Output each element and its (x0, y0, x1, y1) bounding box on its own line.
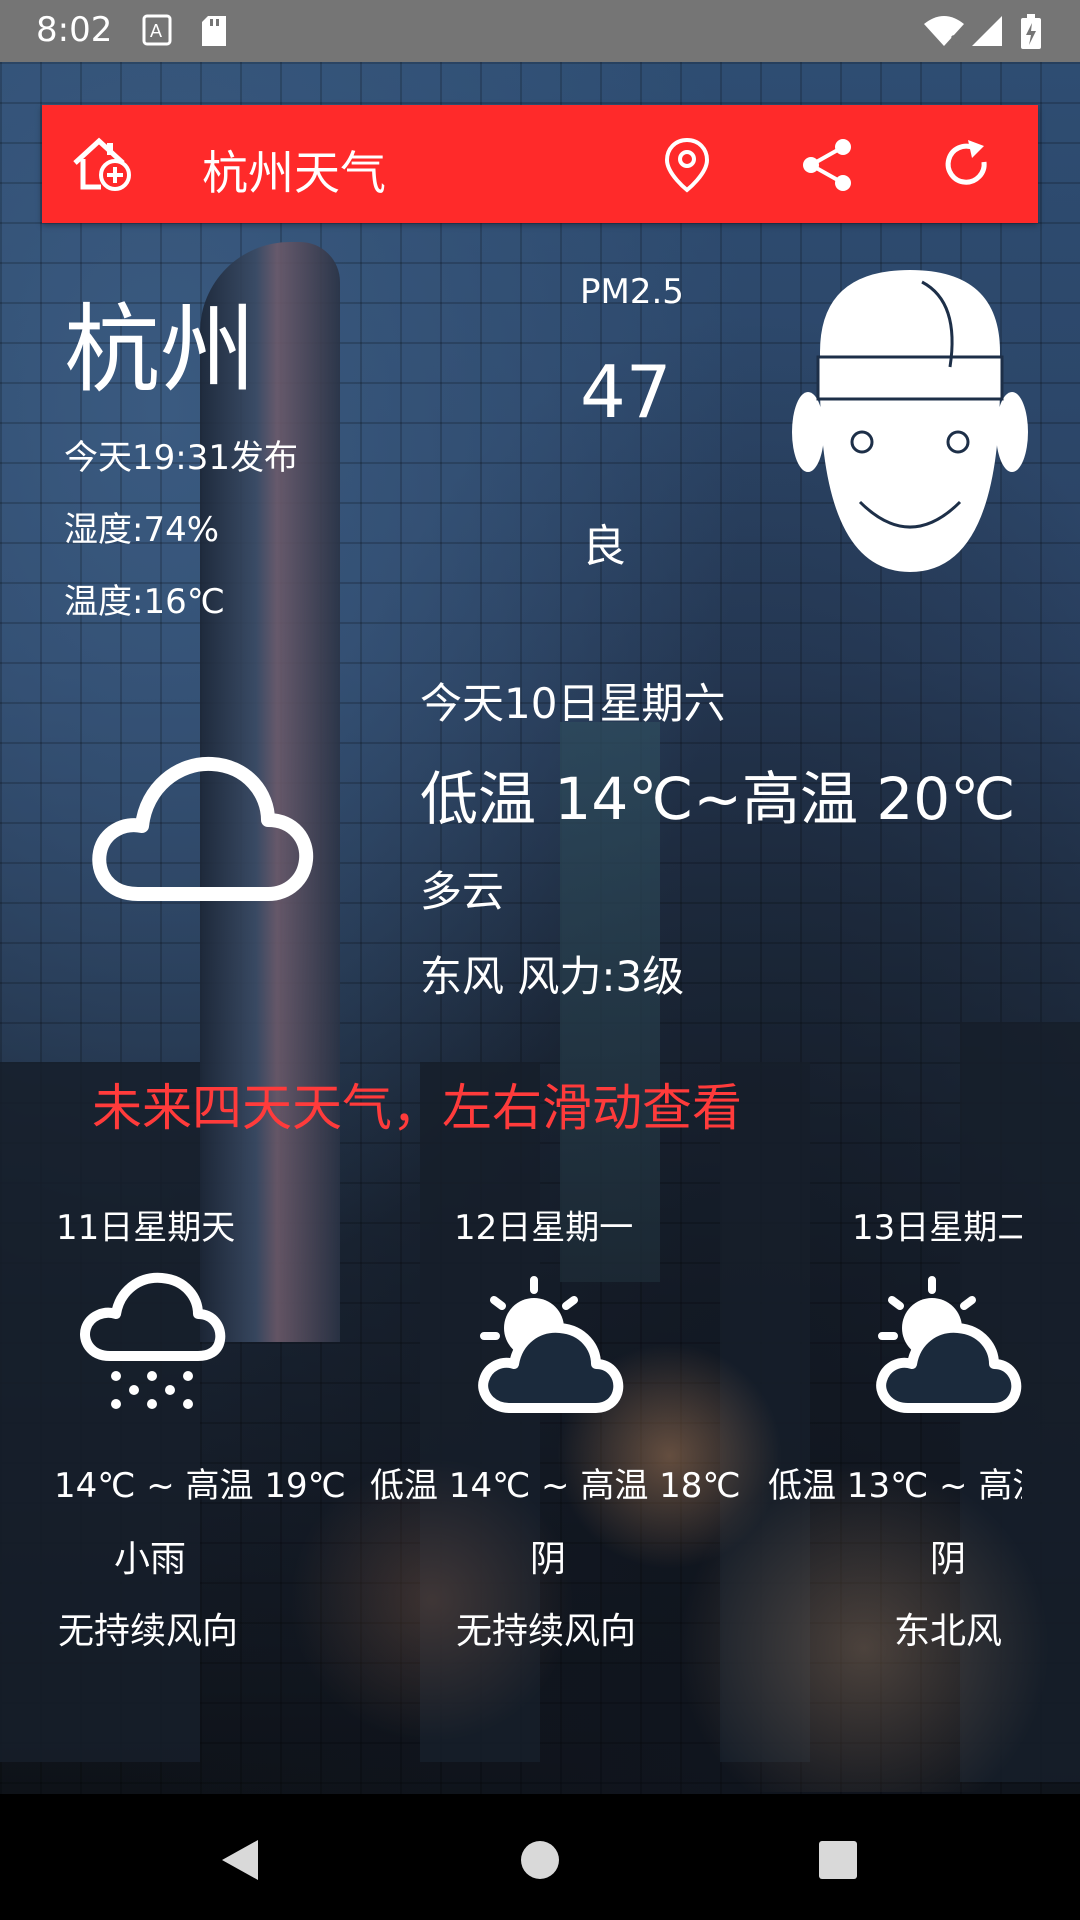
status-time: 8:02 (36, 10, 113, 50)
navigation-bar (0, 1794, 1080, 1920)
publish-time: 今天19:31发布 (64, 438, 298, 478)
svg-text:A: A (150, 21, 162, 41)
smiling-face-hat-icon (790, 262, 1030, 578)
forecast-condition: 阴 (530, 1539, 567, 1580)
forecast-wind: 无持续风向 (58, 1611, 239, 1650)
today-temp-range: 低温 14℃~高温 20℃ (420, 765, 1016, 833)
recents-icon[interactable] (808, 1830, 868, 1890)
wifi-icon (922, 14, 966, 52)
forecast-condition: 小雨 (114, 1539, 187, 1580)
forecast-item: 12日星期一 低温 14℃ ~ 高温 18℃ 阴 无持续风向 (370, 1190, 770, 1650)
today-date: 今天10日星期六 (420, 679, 726, 728)
back-icon[interactable] (210, 1830, 270, 1890)
forecast-date: 11日星期天 (56, 1208, 236, 1248)
cloud-icon (88, 748, 314, 908)
today-condition: 多云 (420, 867, 505, 916)
sun-behind-cloud-icon (466, 1270, 626, 1424)
pm25-value: 47 (580, 350, 672, 434)
forecast-hint: 未来四天天气，左右滑动查看 (92, 1079, 742, 1137)
today-wind: 东风 风力:3级 (420, 952, 685, 1001)
temperature-text: 温度:16℃ (64, 582, 225, 622)
refresh-icon[interactable] (932, 130, 1002, 200)
forecast-date: 12日星期一 (454, 1208, 634, 1248)
sun-behind-cloud-icon (864, 1270, 1022, 1424)
home-icon[interactable] (510, 1830, 570, 1890)
signal-icon (970, 14, 1004, 52)
forecast-item: 11日星期天 14℃ ~ 高温 19℃ 小雨 无持续风向 (0, 1190, 400, 1650)
air-quality-level: 良 (582, 521, 626, 572)
forecast-condition: 阴 (930, 1539, 967, 1580)
pm25-label: PM2.5 (580, 272, 684, 312)
forecast-item: 13日星期二 低温 13℃ ~ 高温 阴 东北风 (768, 1190, 1022, 1650)
app-toolbar: 杭州天气 (42, 105, 1038, 223)
humidity-text: 湿度:74% (64, 510, 220, 550)
forecast-range: 低温 13℃ ~ 高温 (768, 1466, 1022, 1506)
forecast-date: 13日星期二 (852, 1208, 1022, 1248)
location-pin-icon[interactable] (652, 130, 722, 200)
battery-icon (1020, 14, 1042, 54)
share-icon[interactable] (792, 130, 862, 200)
city-name: 杭州 (64, 294, 256, 406)
text-a-icon: A (142, 14, 172, 50)
forecast-wind: 东北风 (894, 1611, 1003, 1650)
sd-card-icon (200, 14, 228, 52)
home-add-icon[interactable] (68, 130, 138, 200)
forecast-range: 低温 14℃ ~ 高温 18℃ (370, 1466, 741, 1506)
rain-cloud-icon (76, 1270, 226, 1424)
forecast-range: 14℃ ~ 高温 19℃ (54, 1466, 346, 1506)
forecast-wind: 无持续风向 (456, 1611, 637, 1650)
status-bar: 8:02 A (0, 0, 1080, 62)
forecast-strip[interactable]: 11日星期天 14℃ ~ 高温 19℃ 小雨 无持续风向 12日星期一 低温 1… (0, 1190, 1022, 1650)
toolbar-title: 杭州天气 (202, 146, 386, 200)
